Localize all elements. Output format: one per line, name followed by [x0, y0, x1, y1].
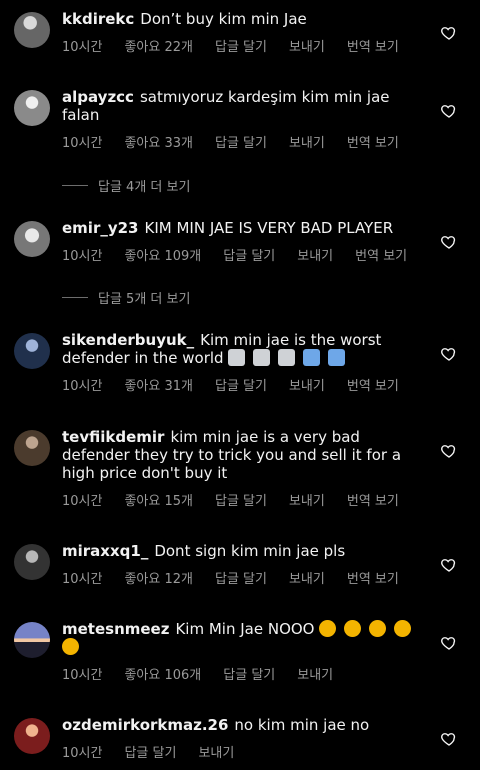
thumbs-up-icon: [327, 349, 345, 366]
likes-count[interactable]: 좋아요 22개: [124, 36, 193, 55]
comment-text: alpayzcc satmıyoruz kardeşim kim min jae …: [62, 88, 390, 124]
translate-button[interactable]: 번역 보기: [355, 245, 407, 264]
username[interactable]: metesnmeez: [62, 620, 169, 638]
angry-face-icon: [62, 638, 79, 655]
timestamp: 10시간: [62, 40, 103, 55]
comment-text: sikenderbuyuk_ Kim min jae is the worst d…: [62, 331, 382, 367]
comment-meta: 10시간 답글 달기 보내기: [62, 742, 422, 761]
comment-meta: 10시간 좋아요 109개 답글 달기 보내기 번역 보기: [62, 245, 422, 264]
comment-text: ozdemirkorkmaz.26 no kim min jae no: [62, 716, 370, 734]
heart-icon[interactable]: [440, 634, 458, 652]
view-replies[interactable]: 답글 5개 더 보기: [62, 288, 190, 307]
timestamp: 10시간: [62, 136, 103, 151]
avatar[interactable]: [14, 430, 50, 466]
angry-face-icon: [368, 620, 386, 637]
view-replies[interactable]: 답글 4개 더 보기: [62, 176, 190, 195]
username[interactable]: emir_y23: [62, 219, 139, 237]
username[interactable]: kkdirekc: [62, 10, 134, 28]
username[interactable]: miraxxq1_: [62, 542, 148, 560]
reply-button[interactable]: 답글 달기: [215, 568, 267, 587]
username[interactable]: alpayzcc: [62, 88, 134, 106]
reply-button[interactable]: 답글 달기: [215, 490, 267, 509]
heart-icon[interactable]: [440, 345, 458, 363]
comment-meta: 10시간 좋아요 12개 답글 달기 보내기 번역 보기: [62, 568, 422, 587]
translate-button[interactable]: 번역 보기: [347, 568, 399, 587]
send-button[interactable]: 보내기: [289, 490, 325, 509]
thread-line: [62, 185, 88, 186]
likes-count[interactable]: 좋아요 106개: [124, 664, 201, 683]
avatar[interactable]: [14, 221, 50, 257]
wastebasket-icon: [277, 349, 295, 366]
view-replies-label[interactable]: 답글 4개 더 보기: [98, 176, 190, 195]
comment-text: kkdirekc Don’t buy kim min Jae: [62, 10, 307, 28]
likes-count[interactable]: 좋아요 15개: [124, 490, 193, 509]
emoji-group: [228, 349, 347, 367]
likes-count[interactable]: 좋아요 33개: [124, 132, 193, 151]
timestamp: 10시간: [62, 572, 103, 587]
send-button[interactable]: 보내기: [289, 375, 325, 394]
view-replies-label[interactable]: 답글 5개 더 보기: [98, 288, 190, 307]
send-button[interactable]: 보내기: [297, 664, 333, 683]
translate-button[interactable]: 번역 보기: [347, 490, 399, 509]
timestamp: 10시간: [62, 494, 103, 509]
reply-button[interactable]: 답글 달기: [215, 132, 267, 151]
comment-meta: 10시간 좋아요 22개 답글 달기 보내기 번역 보기: [62, 36, 422, 55]
translate-button[interactable]: 번역 보기: [347, 132, 399, 151]
heart-icon[interactable]: [440, 442, 458, 460]
comment-meta: 10시간 좋아요 33개 답글 달기 보내기 번역 보기: [62, 132, 422, 151]
send-button[interactable]: 보내기: [289, 568, 325, 587]
likes-count[interactable]: 좋아요 31개: [124, 375, 193, 394]
thread-line: [62, 297, 88, 298]
reply-button[interactable]: 답글 달기: [215, 36, 267, 55]
comment-meta: 10시간 좋아요 106개 답글 달기 보내기: [62, 664, 422, 683]
avatar[interactable]: [14, 90, 50, 126]
heart-icon[interactable]: [440, 233, 458, 251]
wastebasket-icon: [228, 349, 246, 366]
comment-text: tevfiikdemir kim min jae is a very bad de…: [62, 428, 402, 482]
angry-face-icon: [344, 620, 362, 637]
send-button[interactable]: 보내기: [289, 36, 325, 55]
avatar[interactable]: [14, 12, 50, 48]
angry-face-icon: [393, 620, 411, 637]
heart-icon[interactable]: [440, 556, 458, 574]
comment-meta: 10시간 좋아요 15개 답글 달기 보내기 번역 보기: [62, 490, 422, 509]
translate-button[interactable]: 번역 보기: [347, 36, 399, 55]
likes-count[interactable]: 좋아요 12개: [124, 568, 193, 587]
timestamp: 10시간: [62, 379, 103, 394]
comment-text: metesnmeez Kim Min Jae NOOO: [62, 620, 422, 656]
likes-count[interactable]: 좋아요 109개: [124, 245, 201, 264]
timestamp: 10시간: [62, 249, 103, 264]
heart-icon[interactable]: [440, 730, 458, 748]
avatar[interactable]: [14, 622, 50, 658]
heart-icon[interactable]: [440, 102, 458, 120]
reply-button[interactable]: 답글 달기: [223, 245, 275, 264]
reply-button[interactable]: 답글 달기: [124, 742, 176, 761]
avatar[interactable]: [14, 333, 50, 369]
username[interactable]: sikenderbuyuk_: [62, 331, 194, 349]
send-button[interactable]: 보내기: [289, 132, 325, 151]
avatar[interactable]: [14, 544, 50, 580]
username[interactable]: tevfiikdemir: [62, 428, 164, 446]
avatar[interactable]: [14, 718, 50, 754]
translate-button[interactable]: 번역 보기: [347, 375, 399, 394]
thumbs-up-icon: [302, 349, 320, 366]
send-button[interactable]: 보내기: [297, 245, 333, 264]
reply-button[interactable]: 답글 달기: [215, 375, 267, 394]
comment-meta: 10시간 좋아요 31개 답글 달기 보내기 번역 보기: [62, 375, 422, 394]
send-button[interactable]: 보내기: [198, 742, 234, 761]
comment-text: miraxxq1_ Dont sign kim min jae pls: [62, 542, 346, 560]
timestamp: 10시간: [62, 668, 103, 683]
wastebasket-icon: [253, 349, 271, 366]
heart-icon[interactable]: [440, 24, 458, 42]
timestamp: 10시간: [62, 746, 103, 761]
username[interactable]: ozdemirkorkmaz.26: [62, 716, 228, 734]
reply-button[interactable]: 답글 달기: [223, 664, 275, 683]
angry-face-icon: [319, 620, 337, 637]
comment-text: emir_y23 KIM MIN JAE IS VERY BAD PLAYER: [62, 219, 394, 237]
